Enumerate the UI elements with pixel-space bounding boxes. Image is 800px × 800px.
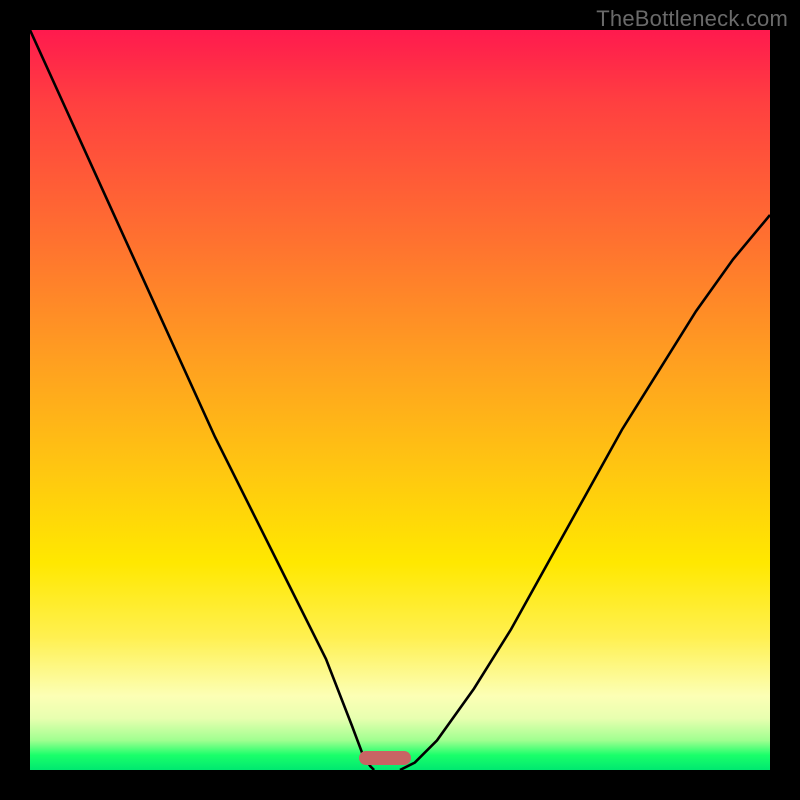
plot-area [30,30,770,770]
watermark-text: TheBottleneck.com [596,6,788,32]
curve-svg [30,30,770,770]
optimum-marker [359,751,411,765]
chart-frame: TheBottleneck.com [0,0,800,800]
curve-left-branch [30,30,374,770]
curve-right-branch [400,215,770,770]
